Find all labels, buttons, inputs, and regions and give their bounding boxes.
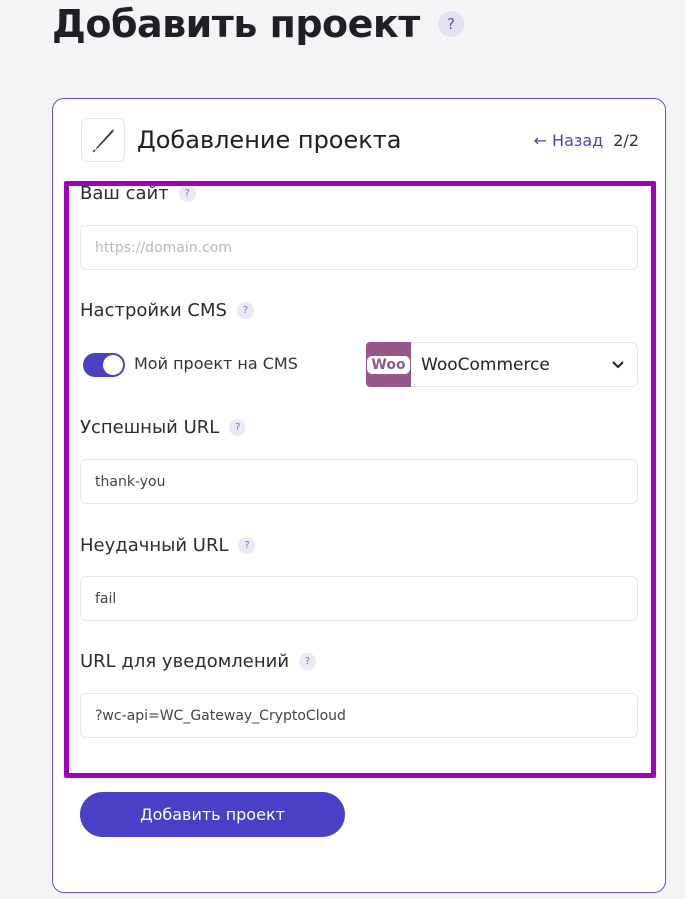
card-header: Добавление проекта ← Назад 2/2 bbox=[81, 117, 639, 163]
add-project-button[interactable]: Добавить проект bbox=[80, 792, 345, 837]
back-link-label: Назад bbox=[552, 130, 604, 150]
back-arrow-icon: ← bbox=[533, 130, 548, 150]
step-indicator: 2/2 bbox=[613, 130, 639, 150]
pen-icon bbox=[81, 118, 125, 162]
page-title: Добавить проект ? bbox=[52, 0, 464, 48]
page-title-text: Добавить проект bbox=[52, 2, 420, 46]
highlight-frame bbox=[64, 181, 656, 778]
card-title: Добавление проекта bbox=[137, 126, 402, 154]
page-help-icon[interactable]: ? bbox=[437, 11, 464, 37]
back-link[interactable]: ← Назад bbox=[534, 131, 604, 150]
